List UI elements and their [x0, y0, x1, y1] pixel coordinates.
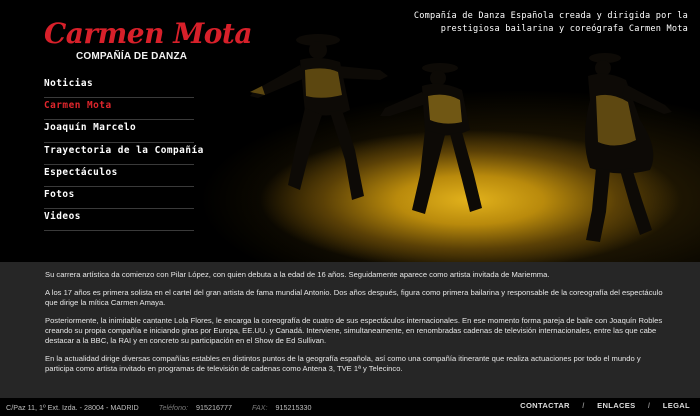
bio-paragraph-3: Posteriormente, la inimitable cantante L…: [45, 316, 663, 345]
fax-number: 915215330: [275, 403, 312, 412]
logo-subtitle: COMPAÑÍA DE DANZA: [76, 51, 188, 62]
bio-panel: Su carrera artística da comienzo con Pil…: [0, 262, 700, 398]
bio-text: Su carrera artística da comienzo con Pil…: [45, 270, 663, 382]
footer-links: CONTACTAR / ENLACES / LEGAL: [520, 401, 690, 410]
footer-separator: /: [582, 401, 585, 410]
nav-item-trayectoria[interactable]: Trayectoria de la Compañía: [44, 143, 203, 165]
nav-item-fotos[interactable]: Fotos: [44, 187, 194, 210]
nav-item-noticias[interactable]: Noticias: [44, 76, 194, 99]
links-link[interactable]: ENLACES: [597, 401, 635, 410]
bio-paragraph-2: A los 17 años es primera solista en el c…: [45, 288, 663, 307]
footer-separator: /: [647, 401, 651, 410]
fax-label: FAX:: [252, 403, 268, 412]
main-nav: Noticias Carmen Mota Joaquín Marcelo Tra…: [44, 76, 203, 232]
bio-paragraph-4: En la actualidad dirige diversas compañí…: [45, 354, 641, 373]
nav-item-espectaculos[interactable]: Espectáculos: [44, 165, 194, 187]
footer-address: C/Paz 11, 1º Ext. Izda. - 28004 - MADRID: [6, 403, 139, 412]
tagline-line-2: prestigiosa bailarina y coreógrafa Carme…: [440, 23, 688, 34]
phone-number: 915216777: [196, 403, 233, 412]
logo[interactable]: Carmen Mota COMPAÑÍA DE DANZA: [44, 18, 252, 66]
contact-link[interactable]: CONTACTAR: [520, 401, 570, 410]
phone-label: Teléfono:: [158, 403, 189, 412]
footer: C/Paz 11, 1º Ext. Izda. - 28004 - MADRID…: [0, 398, 700, 416]
tagline-line-1: Compañía de Danza Española creada y diri…: [413, 11, 688, 21]
legal-link[interactable]: LEGAL: [663, 401, 690, 410]
nav-item-carmen-mota[interactable]: Carmen Mota: [44, 98, 194, 121]
footer-address-block: C/Paz 11, 1º Ext. Izda. - 28004 - MADRID…: [6, 403, 311, 412]
tagline: Compañía de Danza Española creada y diri…: [388, 10, 688, 35]
logo-name: Carmen Mota: [44, 17, 252, 50]
nav-item-joaquin-marcelo[interactable]: Joaquín Marcelo: [44, 120, 194, 143]
bio-paragraph-1: Su carrera artística da comienzo con Pil…: [45, 270, 550, 279]
nav-item-videos[interactable]: Videos: [44, 209, 194, 232]
hero-photo: Carmen Mota COMPAÑÍA DE DANZA Compañía d…: [0, 0, 700, 262]
